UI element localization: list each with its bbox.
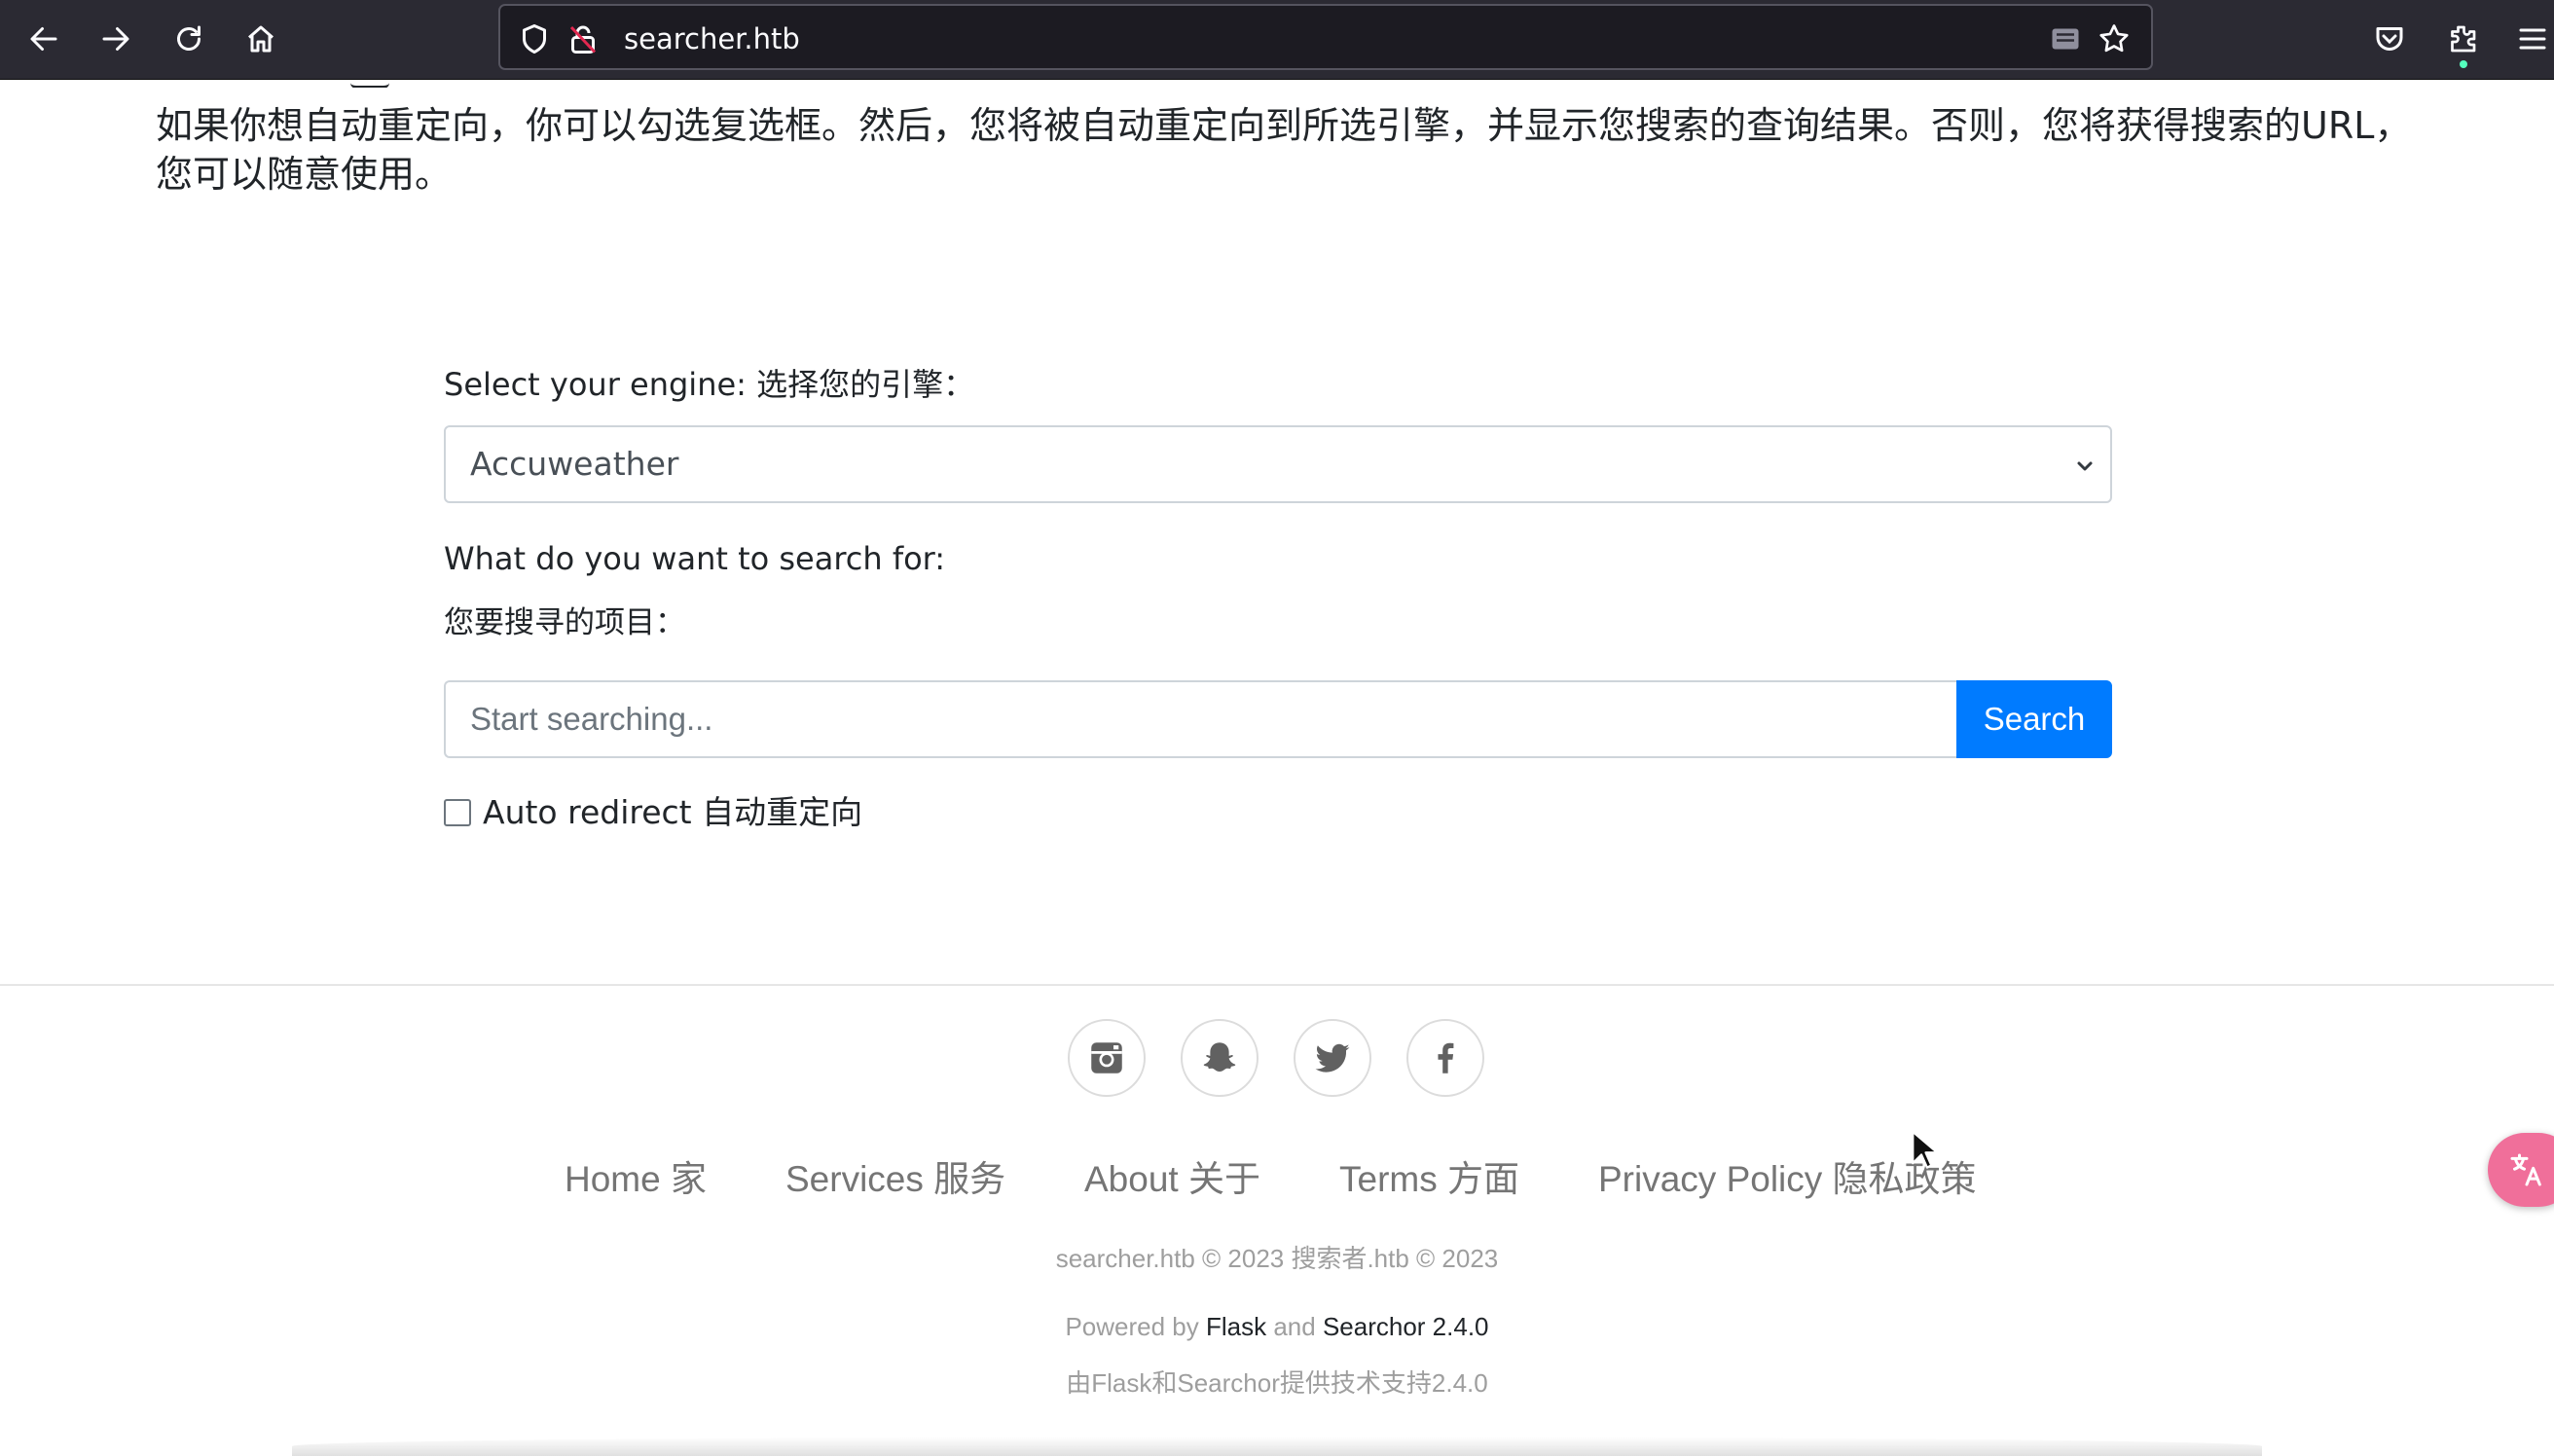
- menu-button[interactable]: [2511, 15, 2554, 63]
- reader-view-icon[interactable]: [2048, 21, 2083, 56]
- facebook-icon: [1438, 1042, 1454, 1074]
- powered-by-prefix: Powered by: [1065, 1312, 1206, 1341]
- mouse-cursor-icon: [1912, 1130, 1939, 1169]
- footer-link-home[interactable]: Home 家: [565, 1158, 707, 1201]
- url-text[interactable]: searcher.htb: [624, 22, 800, 55]
- searchor-link[interactable]: Searchor 2.4.0: [1323, 1312, 1489, 1341]
- footer-link-terms[interactable]: Terms 方面: [1339, 1158, 1519, 1201]
- insecure-lock-icon[interactable]: [566, 21, 601, 56]
- query-label-chinese: 您要搜寻的项目：: [444, 605, 685, 640]
- reload-button[interactable]: [164, 15, 213, 63]
- engine-select[interactable]: Accuweather: [444, 425, 2112, 503]
- reload-icon: [177, 25, 201, 51]
- copyright-text: searcher.htb © 2023 搜索者.htb © 2023: [1055, 1244, 1499, 1273]
- pocket-button[interactable]: [2365, 15, 2414, 63]
- twitter-link[interactable]: [1294, 1019, 1371, 1097]
- scrolled-text-fragment: [156, 80, 448, 88]
- extensions-button[interactable]: [2438, 15, 2487, 63]
- forward-button[interactable]: [91, 15, 140, 63]
- back-button[interactable]: [19, 15, 68, 63]
- footer-link-services[interactable]: Services 服务: [785, 1158, 1005, 1201]
- instagram-link[interactable]: [1068, 1019, 1146, 1097]
- powered-by-line: Powered by Flask and Searchor 2.4.0: [0, 1311, 2554, 1342]
- snapchat-link[interactable]: [1181, 1019, 1259, 1097]
- back-arrow-icon: [30, 27, 57, 51]
- snapchat-icon: [1203, 1042, 1236, 1072]
- engine-selected-value: Accuweather: [470, 445, 679, 483]
- translate-icon: [2510, 1153, 2541, 1186]
- forward-arrow-icon: [102, 27, 129, 51]
- auto-redirect-label[interactable]: Auto redirect 自动重定向: [483, 793, 862, 832]
- powered-by-and: and: [1266, 1312, 1323, 1341]
- extension-notification-dot: [2460, 60, 2467, 68]
- translate-floating-button[interactable]: [2488, 1133, 2554, 1207]
- powered-by-chinese: 由Flask和Searchor提供技术支持2.4.0: [1066, 1368, 1488, 1398]
- query-label: What do you want to search for:: [444, 540, 946, 577]
- instagram-icon: [1091, 1042, 1122, 1074]
- intro-paragraph: 如果你想自动重定向，你可以勾选复选框。然后，您将被自动重定向到所选引擎，并显示您…: [156, 104, 2412, 196]
- bottom-shadow: [292, 1437, 2262, 1456]
- pocket-icon: [2376, 27, 2403, 51]
- shield-icon[interactable]: [517, 21, 552, 56]
- home-icon: [248, 25, 274, 53]
- footer-link-about[interactable]: About 关于: [1084, 1158, 1260, 1201]
- twitter-icon: [1315, 1043, 1350, 1073]
- address-bar[interactable]: searcher.htb: [498, 4, 2153, 70]
- chevron-down-icon: [2077, 461, 2093, 471]
- auto-redirect-checkbox[interactable]: [444, 799, 471, 826]
- search-button[interactable]: Search: [1956, 680, 2112, 758]
- hamburger-menu-icon: [2519, 28, 2546, 50]
- search-input[interactable]: [444, 680, 1958, 758]
- footer-divider: [0, 984, 2554, 986]
- home-button[interactable]: [237, 15, 285, 63]
- engine-label: Select your engine: 选择您的引擎：: [444, 366, 975, 403]
- flask-link[interactable]: Flask: [1206, 1312, 1266, 1341]
- puzzle-icon: [2451, 25, 2476, 53]
- bookmark-star-icon[interactable]: [2097, 21, 2132, 56]
- facebook-link[interactable]: [1406, 1019, 1484, 1097]
- browser-toolbar: searcher.htb: [0, 0, 2554, 80]
